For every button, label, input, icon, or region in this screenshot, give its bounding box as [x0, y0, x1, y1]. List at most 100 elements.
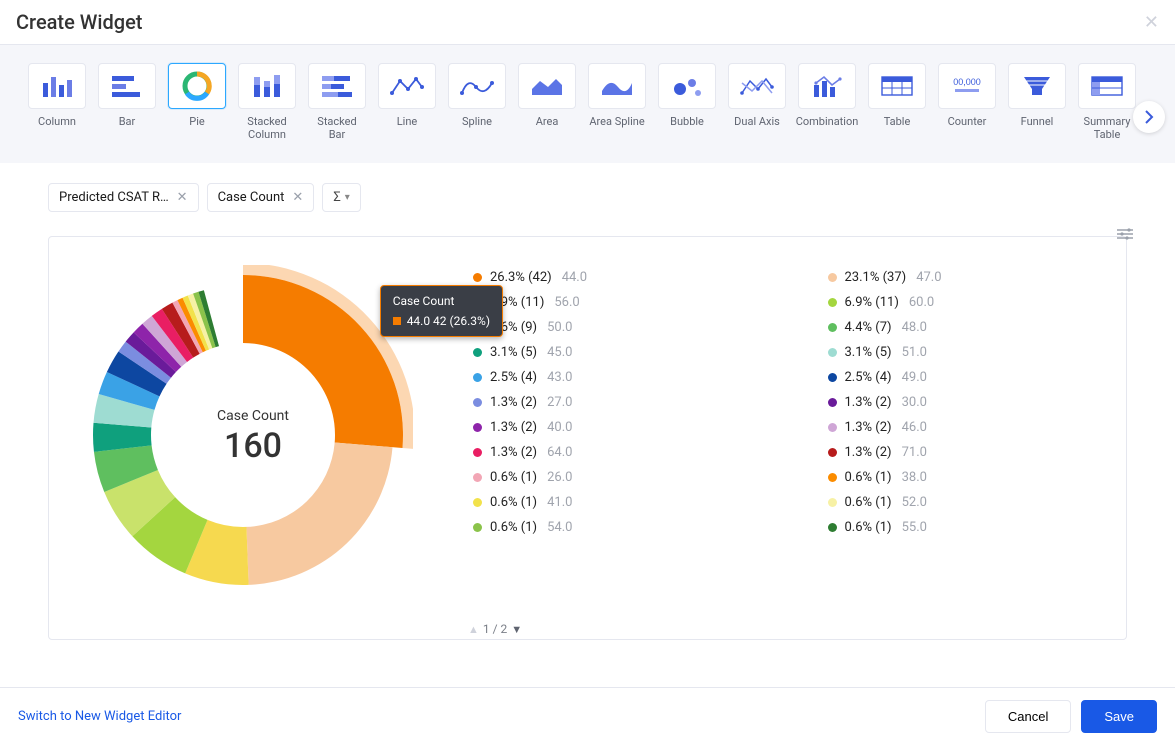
field-pill[interactable]: Predicted CSAT R… ✕	[48, 183, 199, 212]
chart-type-spline[interactable]: Spline	[448, 63, 506, 128]
legend-item[interactable]: 0.6% (1)41.0	[473, 490, 748, 515]
legend-swatch	[828, 523, 837, 532]
legend-value: 1.3% (2)	[845, 395, 892, 410]
area-spline-chart-icon[interactable]	[588, 63, 646, 109]
legend-item[interactable]: 1.3% (2)40.0	[473, 415, 748, 440]
legend-value: 1.3% (2)	[490, 445, 537, 460]
legend-category: 38.0	[902, 470, 927, 485]
chart-settings-icon[interactable]	[1117, 228, 1133, 244]
legend-item[interactable]: 2.5% (4)49.0	[828, 365, 1103, 390]
stacked-column-chart-icon[interactable]	[238, 63, 296, 109]
legend-item[interactable]: 5.6% (9)50.0	[473, 315, 748, 340]
chart-type-label: Bar	[119, 115, 136, 128]
legend-item[interactable]: 23.1% (37) 47.0	[828, 265, 1103, 290]
legend-category: 47.0	[916, 270, 941, 285]
counter-chart-icon[interactable]: 00,000	[938, 63, 996, 109]
legend-swatch	[473, 373, 482, 382]
legend-swatch	[473, 348, 482, 357]
legend-item[interactable]: 0.6% (1)38.0	[828, 465, 1103, 490]
chart-type-line[interactable]: Line	[378, 63, 436, 128]
legend-item[interactable]: 6.9% (11)56.0	[473, 290, 748, 315]
legend-item[interactable]: 0.6% (1)54.0	[473, 515, 748, 540]
stacked-bar-chart-icon[interactable]	[308, 63, 366, 109]
legend-category: 48.0	[902, 320, 927, 335]
chart-type-funnel[interactable]: Funnel	[1008, 63, 1066, 128]
remove-pill-icon[interactable]: ✕	[292, 190, 303, 205]
legend-item[interactable]: 3.1% (5)45.0	[473, 340, 748, 365]
summary-table-chart-icon[interactable]	[1078, 63, 1136, 109]
chevron-down-icon: ▾	[345, 192, 350, 203]
funnel-chart-icon[interactable]	[1008, 63, 1066, 109]
legend-value: 3.1% (5)	[845, 345, 892, 360]
legend-value: 3.1% (5)	[490, 345, 537, 360]
legend-category: 64.0	[547, 445, 572, 460]
page-title: Create Widget	[16, 10, 142, 34]
switch-editor-link[interactable]: Switch to New Widget Editor	[18, 709, 181, 724]
legend-pager[interactable]: ▲ 1 / 2 ▼	[468, 622, 522, 636]
legend-value: 23.1% (37)	[845, 270, 907, 285]
field-pill-label: Case Count	[218, 190, 285, 205]
legend-category: 52.0	[902, 495, 927, 510]
chart-type-dual-axis[interactable]: Dual Axis	[728, 63, 786, 128]
field-pill[interactable]: Case Count ✕	[207, 183, 315, 212]
legend-swatch	[828, 348, 837, 357]
chart-type-pie[interactable]: Pie	[168, 63, 226, 128]
chart-type-column[interactable]: Column	[28, 63, 86, 128]
bar-chart-icon[interactable]	[98, 63, 156, 109]
dual-axis-chart-icon[interactable]	[728, 63, 786, 109]
remove-pill-icon[interactable]: ✕	[177, 190, 188, 205]
donut-chart: Case Count 160 Case Count 44.0 42 (26.3%…	[73, 265, 433, 609]
chart-type-area-spline[interactable]: Area Spline	[588, 63, 646, 128]
legend-item[interactable]: 6.9% (11)60.0	[828, 290, 1103, 315]
legend-swatch	[473, 473, 482, 482]
bubble-chart-icon[interactable]	[658, 63, 716, 109]
chart-type-bubble[interactable]: Bubble	[658, 63, 716, 128]
combination-chart-icon[interactable]	[798, 63, 856, 109]
scroll-right-button[interactable]	[1133, 101, 1165, 133]
chart-type-summary-table[interactable]: Summary Table	[1078, 63, 1136, 141]
legend-item[interactable]: 0.6% (1)55.0	[828, 515, 1103, 540]
pager-prev-icon[interactable]: ▲	[468, 623, 479, 636]
legend-item[interactable]: 1.3% (2)46.0	[828, 415, 1103, 440]
pager-next-icon[interactable]: ▼	[511, 623, 522, 636]
line-chart-icon[interactable]	[378, 63, 436, 109]
legend-item[interactable]: 1.3% (2)71.0	[828, 440, 1103, 465]
column-chart-icon[interactable]	[28, 63, 86, 109]
legend-item[interactable]: 4.4% (7)48.0	[828, 315, 1103, 340]
legend-value: 2.5% (4)	[490, 370, 537, 385]
save-button[interactable]: Save	[1081, 700, 1157, 733]
chart-type-label: Dual Axis	[734, 115, 780, 128]
sigma-aggregate-button[interactable]: Σ ▾	[322, 183, 360, 212]
chart-type-table[interactable]: Table	[868, 63, 926, 128]
legend-item[interactable]: 0.6% (1)52.0	[828, 490, 1103, 515]
table-chart-icon[interactable]	[868, 63, 926, 109]
chart-type-stacked-column[interactable]: Stacked Column	[238, 63, 296, 141]
legend-swatch	[473, 448, 482, 457]
cancel-button[interactable]: Cancel	[985, 700, 1071, 733]
chart-type-combination[interactable]: Combination	[798, 63, 856, 128]
chart-type-stacked-bar[interactable]: Stacked Bar	[308, 63, 366, 141]
chart-type-label: Line	[397, 115, 418, 128]
sigma-icon: Σ	[333, 190, 340, 205]
legend-item[interactable]: 3.1% (5)51.0	[828, 340, 1103, 365]
legend-item[interactable]: 2.5% (4)43.0	[473, 365, 748, 390]
close-icon[interactable]: ✕	[1144, 12, 1159, 33]
chart-type-area[interactable]: Area	[518, 63, 576, 128]
spline-chart-icon[interactable]	[448, 63, 506, 109]
chart-type-label: Bubble	[670, 115, 704, 128]
area-chart-icon[interactable]	[518, 63, 576, 109]
legend-value: 6.9% (11)	[845, 295, 899, 310]
chart-type-bar[interactable]: Bar	[98, 63, 156, 128]
legend-item[interactable]: 1.3% (2)27.0	[473, 390, 748, 415]
legend-value: 1.3% (2)	[490, 420, 537, 435]
footer-bar: Switch to New Widget Editor Cancel Save	[0, 687, 1175, 745]
legend-swatch	[473, 273, 482, 282]
legend-item[interactable]: 1.3% (2) 64.0	[473, 440, 748, 465]
legend-item[interactable]: 0.6% (1)26.0	[473, 465, 748, 490]
legend-item[interactable]: 26.3% (42)44.0	[473, 265, 748, 290]
chart-type-counter[interactable]: 00,000Counter	[938, 63, 996, 128]
legend-swatch	[828, 323, 837, 332]
pie-chart-icon[interactable]	[168, 63, 226, 109]
legend-value: 0.6% (1)	[845, 520, 892, 535]
legend-item[interactable]: 1.3% (2)30.0	[828, 390, 1103, 415]
